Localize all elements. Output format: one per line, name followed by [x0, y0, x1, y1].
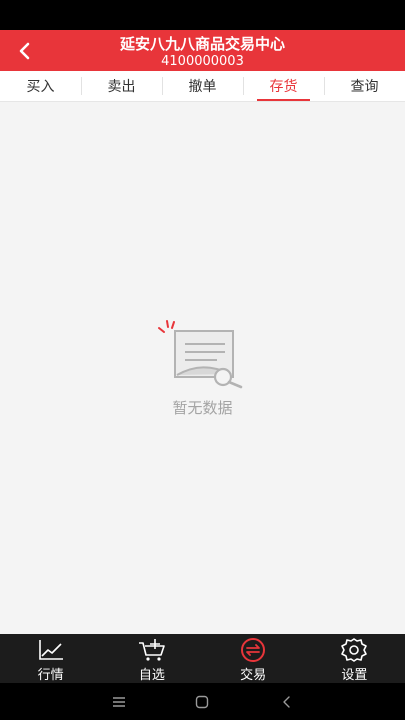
bottom-navigation: 行情 自选 交易 设置 [0, 634, 405, 683]
home-button[interactable] [189, 689, 215, 715]
active-tab-indicator [257, 99, 310, 101]
gear-icon [341, 638, 368, 662]
tab-label: 查询 [350, 79, 379, 95]
tab-label: 买入 [26, 79, 55, 95]
nav-trade[interactable]: 交易 [203, 634, 304, 683]
nav-market[interactable]: 行情 [0, 634, 101, 683]
tab-label: 卖出 [107, 79, 136, 95]
cart-add-icon [138, 639, 165, 661]
tab-cancel[interactable]: 撤单 [162, 71, 243, 101]
menu-icon [113, 697, 125, 707]
nav-label: 自选 [138, 668, 165, 683]
home-icon [195, 695, 209, 709]
tab-label: 撤单 [188, 79, 217, 95]
exchange-icon [241, 638, 266, 662]
account-number: 4100000003 [161, 54, 244, 69]
nav-label: 行情 [37, 668, 64, 683]
nav-watchlist[interactable]: 自选 [101, 634, 202, 683]
trade-tabs: 买入 卖出 撤单 存货 查询 [0, 71, 405, 102]
nav-settings[interactable]: 设置 [304, 634, 405, 683]
no-data-document-icon [158, 320, 243, 389]
tab-query[interactable]: 查询 [324, 71, 405, 101]
market-chart-icon [38, 640, 63, 660]
back-triangle-icon [283, 696, 290, 708]
nav-label: 设置 [341, 668, 368, 683]
tab-label: 存货 [269, 79, 298, 95]
tab-sell[interactable]: 卖出 [81, 71, 162, 101]
app-header: 延安八九八商品交易中心 4100000003 [0, 30, 405, 71]
tab-buy[interactable]: 买入 [0, 71, 81, 101]
menu-button[interactable] [106, 689, 132, 715]
empty-state-text: 暂无数据 [172, 399, 233, 417]
page-title: 延安八九八商品交易中心 [119, 35, 285, 53]
system-nav-bar [0, 683, 405, 720]
status-bar [0, 0, 405, 30]
nav-label: 交易 [240, 668, 267, 683]
tab-inventory[interactable]: 存货 [243, 71, 324, 101]
back-nav-button[interactable] [274, 689, 300, 715]
content-area: 暂无数据 [0, 102, 405, 634]
